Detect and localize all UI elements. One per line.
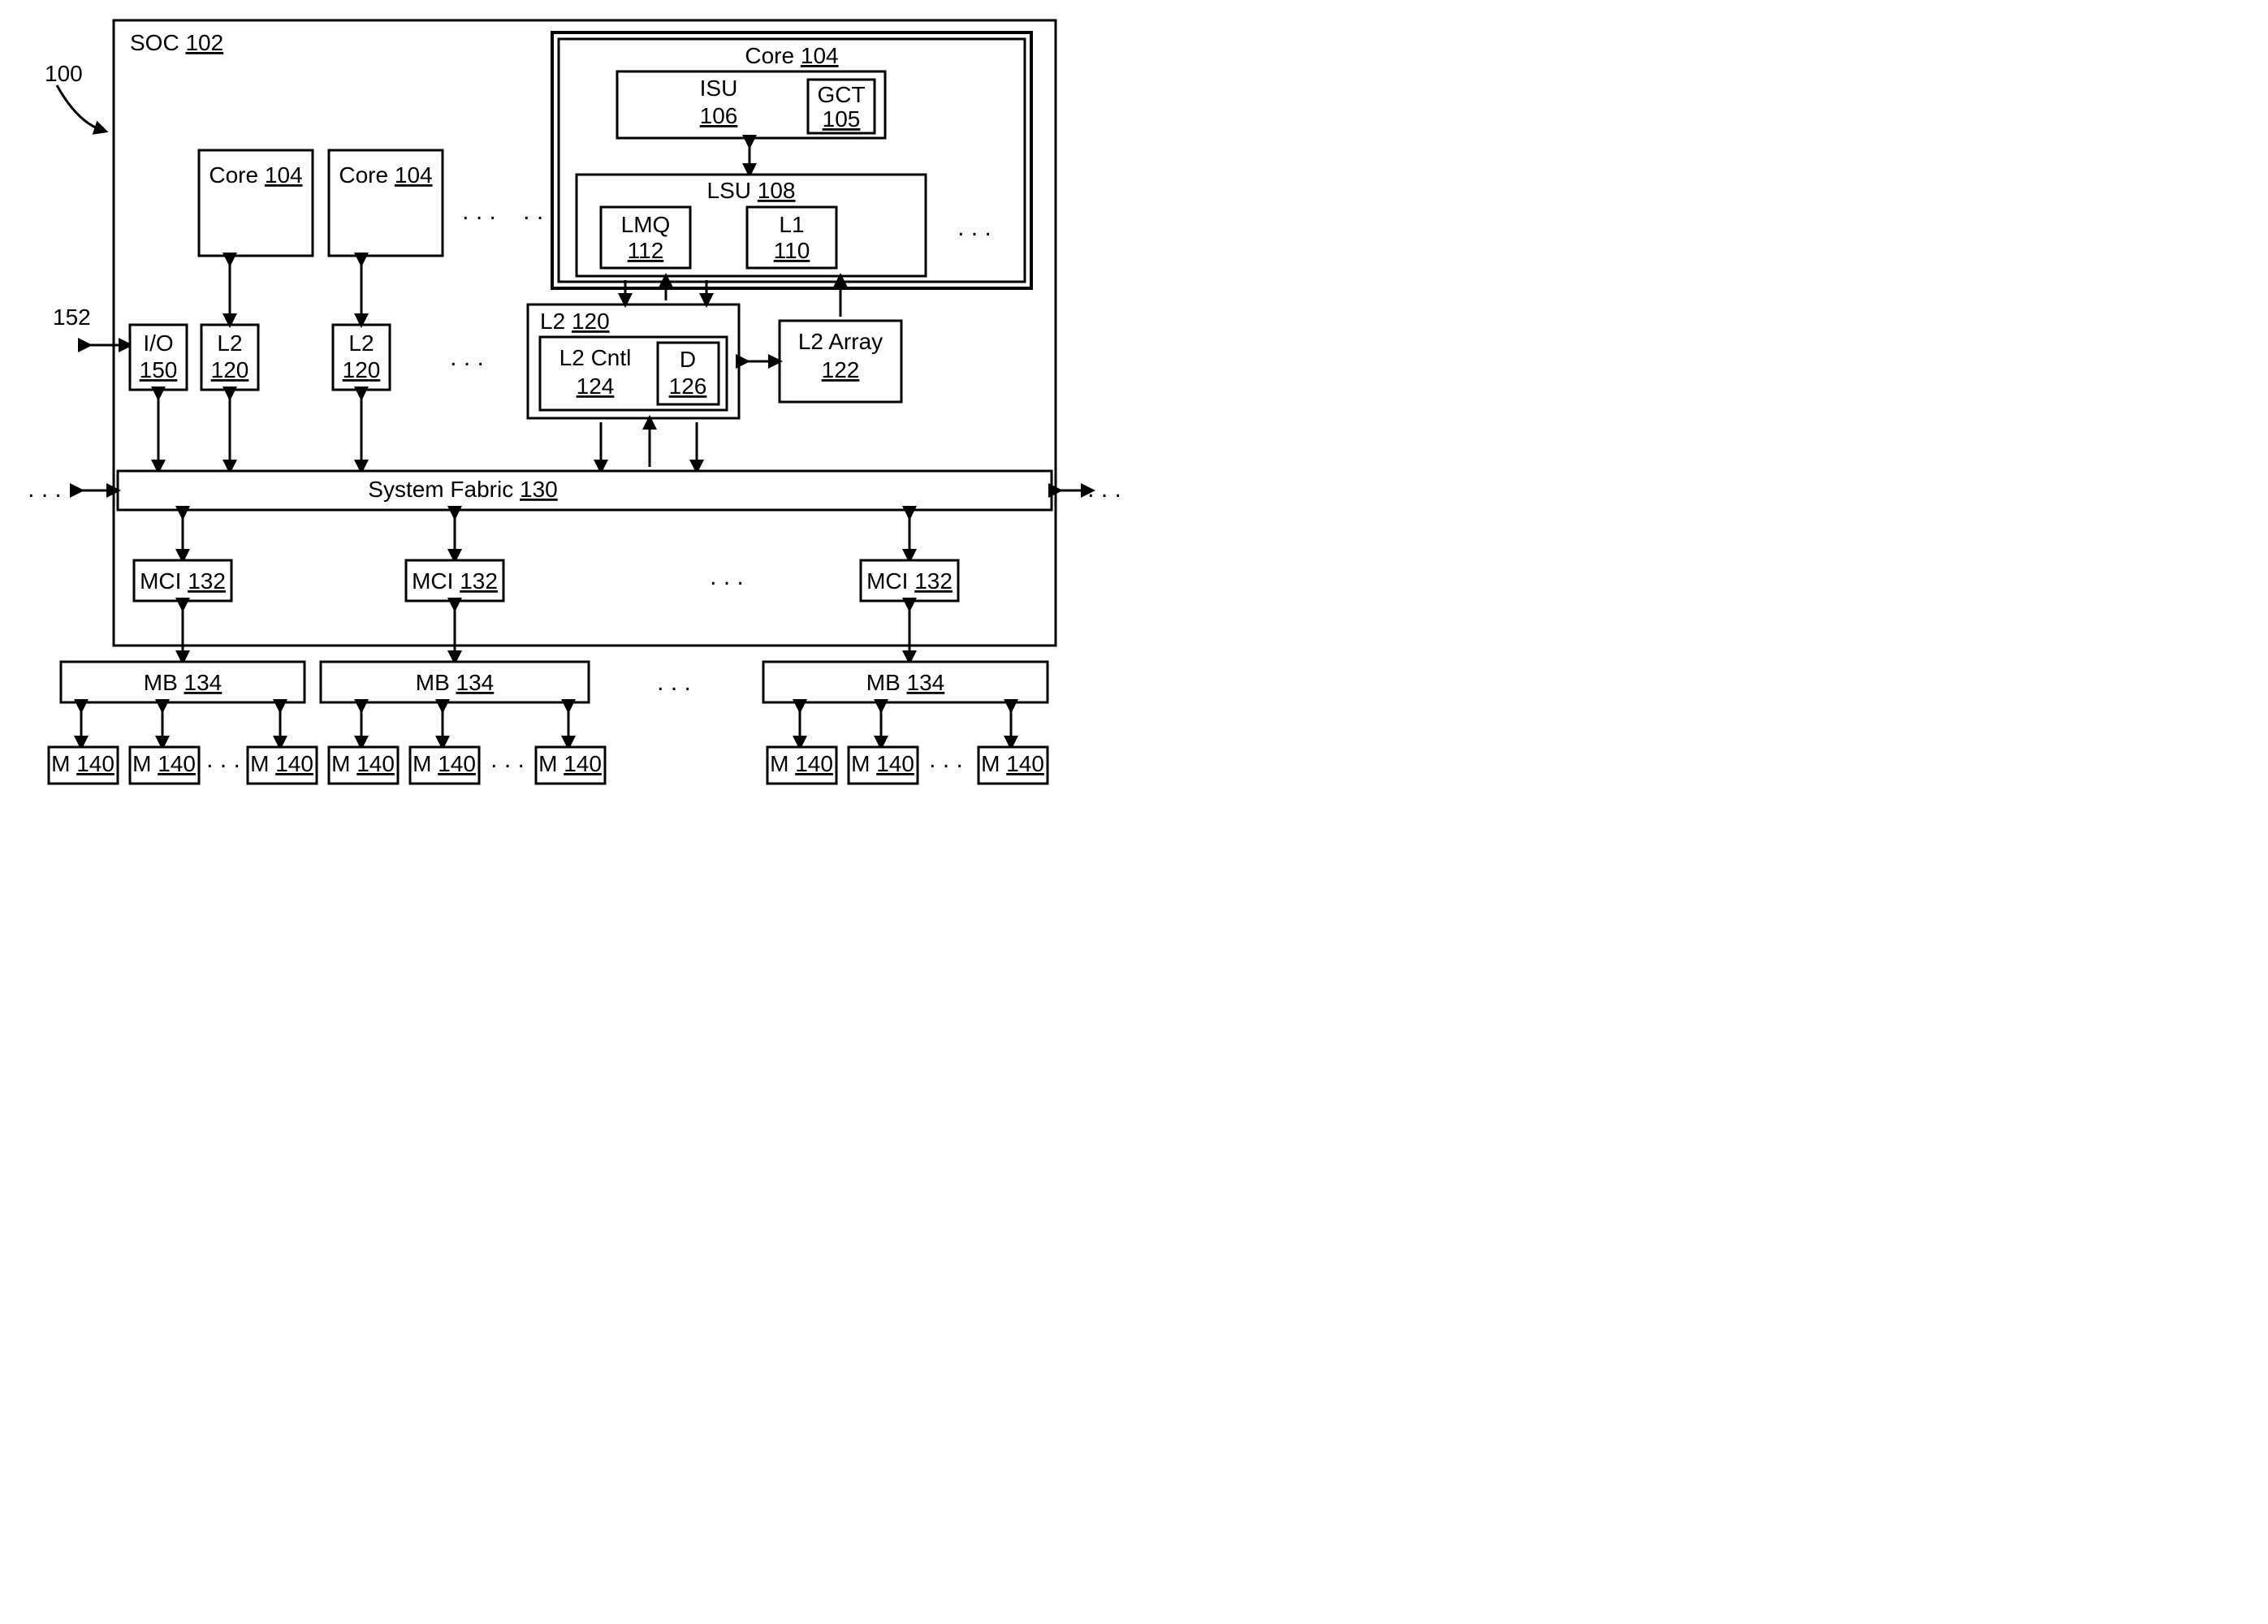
dots-l2: . . . xyxy=(450,344,484,371)
l2-b-ref: 120 xyxy=(343,357,381,382)
dots-mci: . . . xyxy=(710,564,744,590)
io-ref: 150 xyxy=(140,357,178,382)
io-label: I/O xyxy=(143,330,173,356)
dots-m3: . . . xyxy=(929,746,963,773)
dots-lsu: . . . xyxy=(957,214,991,241)
l2-detail-label: L2 120 xyxy=(540,309,610,334)
m-3-3: M 140 xyxy=(981,751,1044,776)
m-3-2: M 140 xyxy=(851,751,914,776)
d-ref: 126 xyxy=(669,374,707,399)
m-3-1: M 140 xyxy=(770,751,833,776)
dots-fabric-left: . . . xyxy=(28,476,62,503)
l2-a-label: L2 xyxy=(217,330,242,356)
l2array-ref: 122 xyxy=(822,357,860,382)
l2cntl-label: L2 Cntl xyxy=(559,345,632,370)
dots-cores-1: . . . xyxy=(462,198,496,225)
l2-a-ref: 120 xyxy=(211,357,249,382)
lmq-ref: 112 xyxy=(628,238,664,263)
mb3-label: MB 134 xyxy=(866,670,945,695)
lmq-label: LMQ xyxy=(621,212,671,237)
m-1-1: M 140 xyxy=(51,751,114,776)
isu-label: ISU xyxy=(700,76,738,101)
core-a-label: Core 104 xyxy=(209,162,302,188)
lsu-label: LSU 108 xyxy=(707,178,796,203)
ref-100: 100 xyxy=(45,61,83,86)
mb1-label: MB 134 xyxy=(144,670,222,695)
soc-label: SOC 102 xyxy=(130,30,223,55)
mci2-label: MCI 132 xyxy=(412,568,498,594)
l2-b-label: L2 xyxy=(348,330,374,356)
mb2-label: MB 134 xyxy=(416,670,495,695)
m-2-3: M 140 xyxy=(538,751,602,776)
mci3-label: MCI 132 xyxy=(866,568,953,594)
gct-label: GCT xyxy=(817,82,865,107)
m-2-1: M 140 xyxy=(331,751,395,776)
dots-m2: . . . xyxy=(490,746,525,773)
fabric-label: System Fabric 130 xyxy=(368,477,557,502)
m-1-3: M 140 xyxy=(250,751,313,776)
ref-152: 152 xyxy=(53,304,91,330)
l1-ref: 110 xyxy=(774,238,810,263)
dots-m1: . . . xyxy=(206,746,240,773)
m-1-2: M 140 xyxy=(132,751,196,776)
l2array-label: L2 Array xyxy=(798,329,883,354)
isu-ref: 106 xyxy=(700,103,738,128)
l2cntl-ref: 124 xyxy=(577,374,615,399)
fabric-box xyxy=(118,471,1052,510)
m-2-2: M 140 xyxy=(413,751,476,776)
gct-ref: 105 xyxy=(823,106,861,132)
dots-mb: . . . xyxy=(657,669,691,696)
l1-label: L1 xyxy=(779,212,804,237)
core-b-label: Core 104 xyxy=(339,162,432,188)
core-big-label: Core 104 xyxy=(745,43,838,68)
d-label: D xyxy=(680,347,696,372)
mci1-label: MCI 132 xyxy=(140,568,226,594)
dots-fabric-right: . . . xyxy=(1087,476,1121,503)
